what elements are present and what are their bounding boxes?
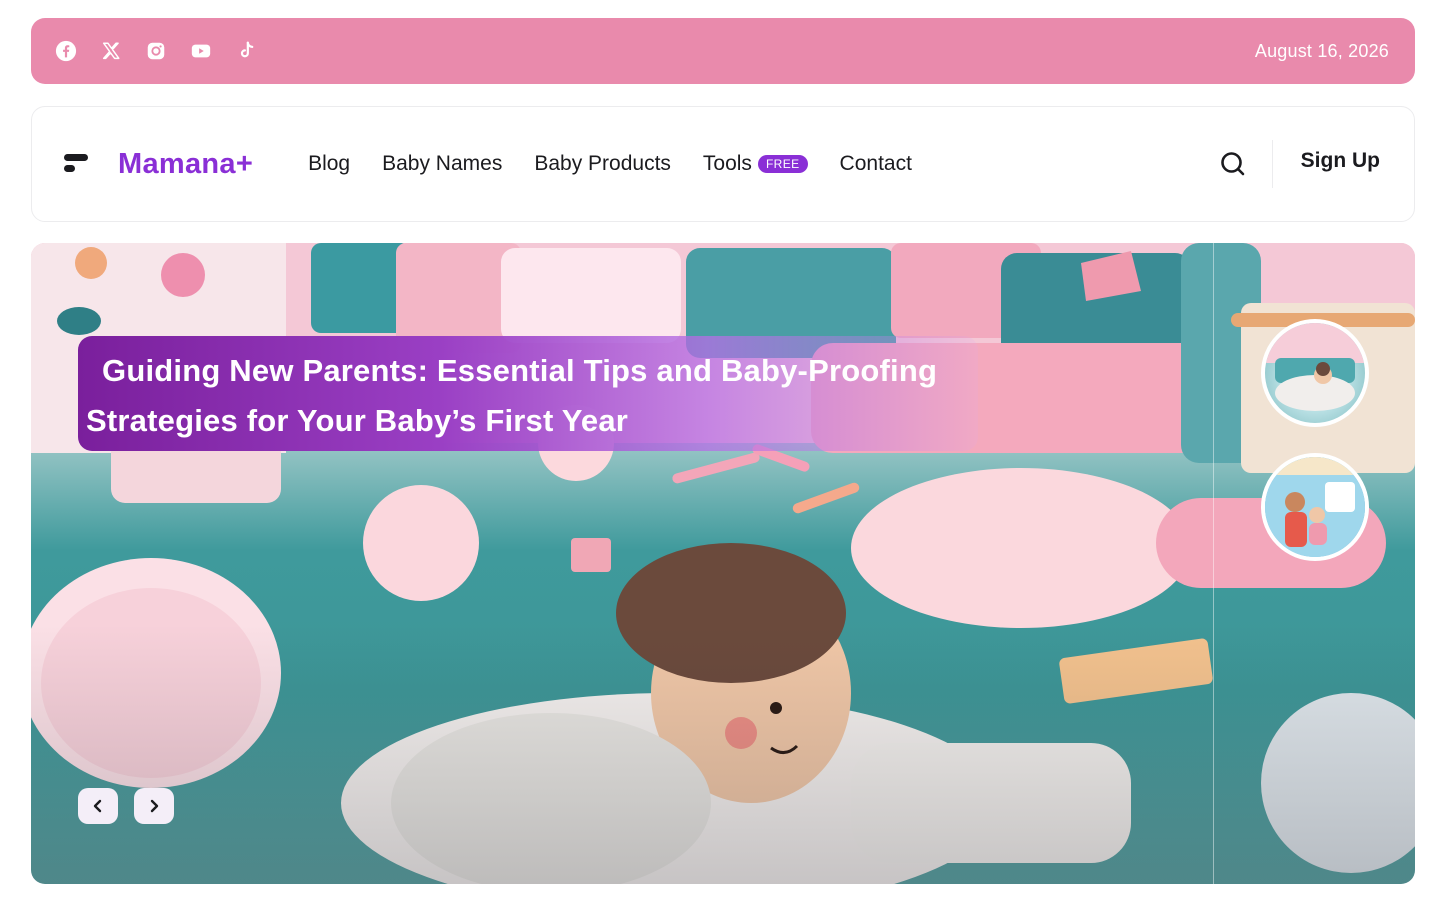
slider-next-button[interactable] [134,788,174,824]
instagram-icon[interactable] [145,40,167,62]
hero-headline-box[interactable]: Guiding New Parents: Essential Tips and … [78,336,978,451]
social-links [55,40,257,62]
nav-item-tools-label: Tools [702,152,752,175]
nav-item-contact[interactable]: Contact [840,152,912,176]
x-twitter-icon[interactable] [100,40,122,62]
current-date: August 16, 2026 [1254,40,1389,61]
hero-headline: Guiding New Parents: Essential Tips and … [86,353,938,438]
logo-text: Mamana+ [118,147,254,180]
chevron-right-icon [150,799,159,813]
slide-thumbnail-2[interactable] [1261,453,1369,561]
nav-item-baby-products[interactable]: Baby Products [534,152,671,176]
tiktok-icon[interactable] [235,40,257,62]
main-nav: Blog Baby Names Baby Products Tools FREE… [308,152,912,176]
hero-gradient-overlay [31,624,1415,884]
header-actions: Sign Up [1218,140,1382,188]
chevron-left-icon [93,799,102,813]
facebook-icon[interactable] [55,40,77,62]
youtube-icon[interactable] [190,40,212,62]
header-divider [1271,140,1273,188]
slider-prev-button[interactable] [78,788,118,824]
nav-item-tools[interactable]: Tools FREE [703,152,808,176]
site-header: Mamana+ Blog Baby Names Baby Products To… [31,106,1415,222]
free-badge: FREE [757,155,808,173]
sign-up-button[interactable]: Sign Up [1301,149,1380,173]
site-logo[interactable]: Mamana+ [64,148,253,181]
nav-item-baby-names[interactable]: Baby Names [382,152,502,176]
logo-mark-icon [64,152,96,176]
nav-item-blog[interactable]: Blog [308,152,350,176]
hero-slider: Guiding New Parents: Essential Tips and … [31,243,1415,884]
top-social-bar: August 16, 2026 [31,18,1415,84]
thumbs-divider-line [1213,243,1214,884]
slide-thumbnail-1[interactable] [1261,319,1369,427]
search-icon[interactable] [1218,149,1248,179]
